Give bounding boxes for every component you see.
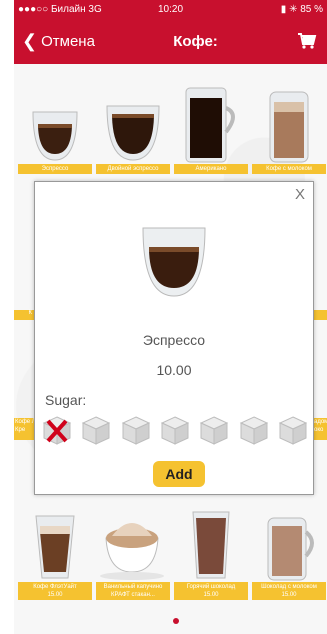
espresso-cup-image [137,222,211,302]
sugar-cube-option[interactable] [159,414,191,446]
carrier-label: ●●●○○ Билайн 3G [18,3,102,15]
sugar-selector [41,414,309,448]
chocolate-with-milk-cup-image [252,498,326,582]
sugar-cube-option[interactable] [238,414,270,446]
product-price: 10.00 [156,362,192,378]
product-tile-chocolate-with-milk[interactable]: Шоколад с молоком 15.00 [252,498,326,600]
product-tile-double-espresso[interactable]: Двойной эспрессо [96,80,170,174]
add-button[interactable]: Add [153,461,205,487]
status-bar: ●●●○○ Билайн 3G 10:20 ▮ ✳ 85 % [14,0,327,18]
peek-label-right-lower: адом око [314,418,327,440]
peek-text: адом [314,419,327,425]
double-espresso-cup-image [96,80,170,164]
espresso-cup-image [18,80,92,164]
peek-text: Кофе Л [15,419,36,425]
product-label: Кофе ФлэтУайт 15.00 [18,582,92,600]
product-label: Американо [174,164,248,174]
sugar-cube-option[interactable] [120,414,152,446]
product-tile-coffee-with-milk[interactable]: Кофе с молоком [252,80,326,174]
sugar-label: Sugar: [45,392,87,408]
product-dialog: X Эспрессо 10.00 Sugar: Add [34,181,314,495]
product-label: Шоколад с молоком 15.00 [252,582,326,600]
chevron-left-icon: ❮ [22,31,38,51]
page-indicator-dot [173,618,179,624]
battery-indicator: ▮ ✳ 85 % [280,3,324,15]
status-time: 10:20 [157,3,184,15]
peek-label-left-lower: Кофе Л Кре [14,418,36,440]
product-tile-flat-white[interactable]: Кофе ФлэтУайт 15.00 [18,498,92,600]
sugar-cube-option[interactable] [198,414,230,446]
sugar-cube-option[interactable] [277,414,309,446]
hot-chocolate-cup-image [174,498,248,582]
cart-icon [298,33,317,49]
flat-white-cup-image [18,498,92,582]
sugar-cube-option[interactable] [80,414,112,446]
cancel-label: Отмена [41,32,95,50]
peek-text: око [314,427,324,433]
vanilla-cappuccino-image [96,498,170,582]
product-tile-espresso[interactable]: Эспрессо [18,80,92,174]
peek-text: Кре [15,427,26,433]
page-title: Кофе: [173,32,218,50]
product-label: Горячий шоколад 15.00 [174,582,248,600]
sugar-none-option[interactable] [41,414,73,446]
product-tile-hot-chocolate[interactable]: Горячий шоколад 15.00 [174,498,248,600]
product-label: Эспрессо [18,164,92,174]
peek-label-right-mid [314,310,327,320]
close-button[interactable]: X [295,186,305,203]
coffee-with-milk-cup-image [252,80,326,164]
product-tile-vanilla-cappuccino[interactable]: Ванильный капучино КРАФТ стакан... [96,498,170,600]
product-tile-americano[interactable]: Американо [174,80,248,174]
cart-button[interactable] [287,32,327,50]
product-label: Кофе с молоком [252,164,326,174]
product-label: Двойной эспрессо [96,164,170,174]
americano-cup-image [174,80,248,164]
product-name: Эспрессо [142,332,206,348]
product-label: Ванильный капучино КРАФТ стакан... [96,582,170,600]
nav-bar: ❮ Отмена Кофе: [14,18,327,64]
peek-label-left-mid: К [14,310,34,320]
